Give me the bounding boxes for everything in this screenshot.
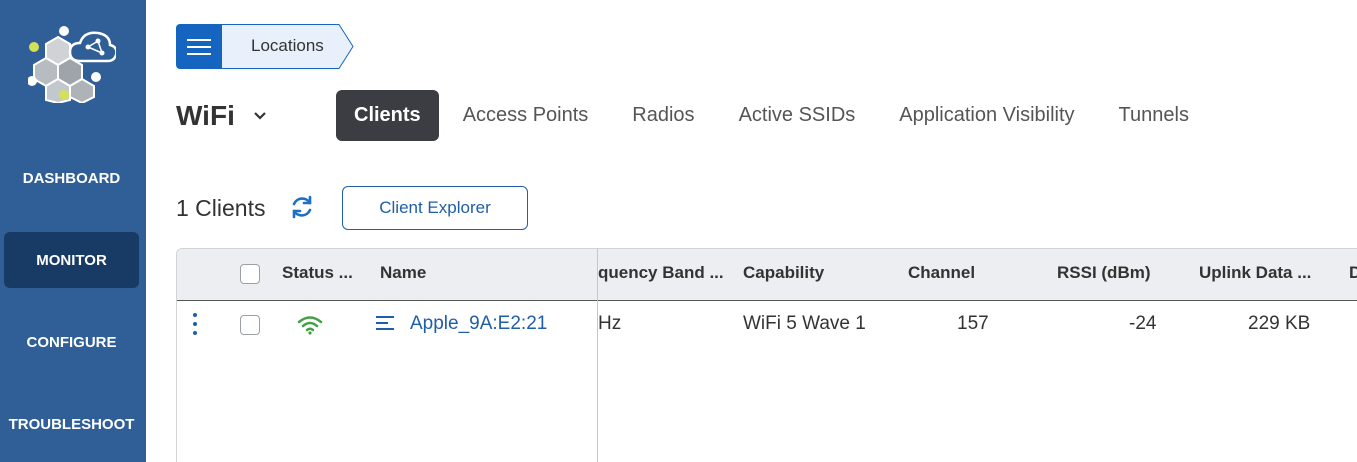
table-header: Status ... Name quency Band ... Capabili… [177,249,1357,301]
tab-bar: Clients Access Points Radios Active SSID… [336,90,1211,141]
client-count: 1 Clients [176,195,266,221]
tab-clients[interactable]: Clients [336,90,439,141]
wifi-status-icon [297,316,323,335]
header-rssi[interactable]: RSSI (dBm) [1057,263,1151,283]
client-name-link[interactable]: Apple_9A:E2:21 [410,313,547,335]
refresh-icon[interactable] [288,193,316,221]
tab-access-points[interactable]: Access Points [441,90,611,141]
cell-channel: 157 [957,313,989,334]
nav-dashboard[interactable]: DASHBOARD [4,150,139,206]
cell-capability: WiFi 5 Wave 1 [743,313,866,334]
tab-active-ssids[interactable]: Active SSIDs [717,90,878,141]
breadcrumb: Locations [176,24,354,69]
frozen-column-divider [597,249,598,462]
header-frequency-band[interactable]: quency Band ... [598,263,724,283]
hamburger-icon [186,38,211,55]
header-status[interactable]: Status ... [282,263,353,283]
sidebar: DASHBOARD MONITOR CONFIGURE TROUBLESHOOT [0,0,146,462]
cell-frequency-band: Hz [598,313,622,334]
header-name[interactable]: Name [380,263,426,283]
tab-radios[interactable]: Radios [610,90,716,141]
chevron-down-icon [254,112,266,120]
tab-tunnels[interactable]: Tunnels [1097,90,1211,141]
nav-monitor[interactable]: MONITOR [4,232,139,288]
row-actions-kebab-icon[interactable] [191,313,199,339]
row-checkbox[interactable] [240,315,260,335]
header-next-column[interactable]: D [1349,263,1357,283]
cell-uplink-data: 229 KB [1248,313,1311,334]
clients-table: Status ... Name quency Band ... Capabili… [176,248,1357,462]
client-explorer-button[interactable]: Client Explorer [342,186,528,230]
header-capability[interactable]: Capability [743,263,824,283]
cell-rssi: -24 [1129,313,1157,334]
app-logo [28,26,116,103]
nav-configure[interactable]: CONFIGURE [4,314,139,370]
select-all-checkbox[interactable] [240,264,260,284]
breadcrumb-locations[interactable]: Locations [221,24,354,69]
header-channel[interactable]: Channel [908,263,975,283]
menu-button[interactable] [176,24,221,69]
page-title-dropdown[interactable]: WiFi [176,100,267,132]
breadcrumb-label: Locations [251,36,324,55]
main-content: Locations WiFi Clients Access Points Rad… [146,0,1357,462]
header-uplink-data[interactable]: Uplink Data ... [1199,263,1311,283]
tab-application-visibility[interactable]: Application Visibility [877,90,1096,141]
page-title: WiFi [176,100,235,131]
nav-troubleshoot[interactable]: TROUBLESHOOT [4,396,139,452]
details-list-icon[interactable] [376,315,394,331]
